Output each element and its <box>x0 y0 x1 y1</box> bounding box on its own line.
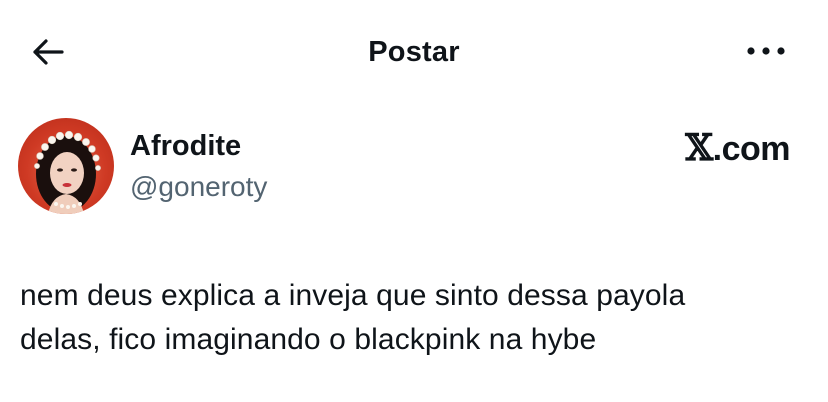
more-horizontal-icon <box>747 47 785 55</box>
avatar[interactable] <box>18 118 114 214</box>
tweet-text: nem deus explica a inveja que sinto dess… <box>20 279 686 356</box>
avatar-image <box>34 130 101 214</box>
x-logo-icon: 𝕏 <box>685 127 713 169</box>
author-handle[interactable]: @goneroty <box>130 169 267 205</box>
author-display-name[interactable]: Afrodite <box>130 128 241 164</box>
x-com-logo: 𝕏.com <box>685 128 790 169</box>
page-title: Postar <box>368 36 460 68</box>
post-page: Postar Afrodite @goneroty 𝕏.com nem deus… <box>0 0 828 402</box>
more-options-button[interactable] <box>744 36 788 66</box>
brand-suffix: .com <box>712 130 791 168</box>
arrow-left-icon <box>33 39 64 65</box>
back-button[interactable] <box>28 32 68 72</box>
